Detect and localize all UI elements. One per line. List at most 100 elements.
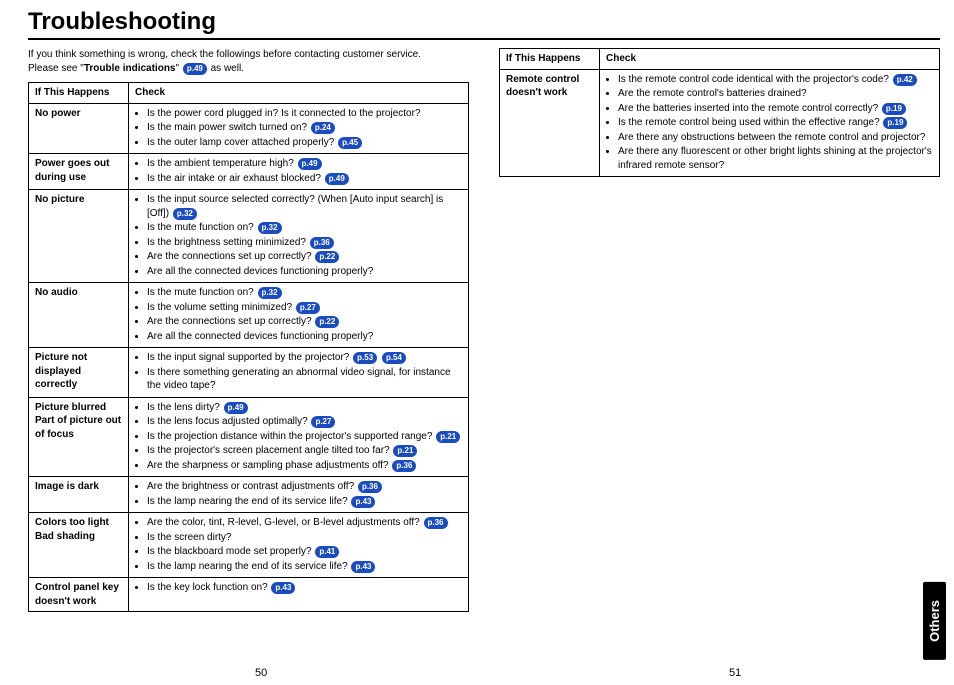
page-number-left: 50 xyxy=(255,667,267,679)
intro-prefix: Please see " xyxy=(28,63,84,74)
check-text: Are all the connected devices functionin… xyxy=(147,331,373,342)
check-list: Is the key lock function on? p.43 xyxy=(135,581,464,596)
check-item: Are there any fluorescent or other brigh… xyxy=(618,145,935,173)
check-cell: Is the power cord plugged in? Is it conn… xyxy=(129,103,469,154)
intro-suffix: as well. xyxy=(208,63,244,74)
check-item: Is the projection distance within the pr… xyxy=(147,430,464,445)
check-item: Is the volume setting minimized? p.27 xyxy=(147,301,464,316)
check-text: Are the color, tint, R-level, G-level, o… xyxy=(147,517,423,528)
check-item: Are the connections set up correctly? p.… xyxy=(147,250,464,265)
issue-label: No audio xyxy=(29,283,129,348)
table-row: No power Is the power cord plugged in? Is… xyxy=(29,103,469,154)
check-item: Are the batteries inserted into the remo… xyxy=(618,102,935,117)
page-ref-badge[interactable]: p.53 xyxy=(353,352,377,364)
table-row: Picture blurred Part of picture out of f… xyxy=(29,397,469,477)
page-ref-badge[interactable]: p.27 xyxy=(296,302,320,314)
check-text: Is the projection distance within the pr… xyxy=(147,431,435,442)
page-ref-badge[interactable]: p.36 xyxy=(424,517,448,529)
check-item: Is the input source selected correctly? … xyxy=(147,193,464,221)
check-item: Is the air intake or air exhaust blocked… xyxy=(147,172,464,187)
check-text: Is the mute function on? xyxy=(147,222,257,233)
check-list: Is the lens dirty? p.49 Is the lens focu… xyxy=(135,401,464,474)
check-cell: Is the ambient temperature high? p.49 Is… xyxy=(129,154,469,190)
check-text: Is the volume setting minimized? xyxy=(147,302,295,313)
issue-label: Control panel key doesn't work xyxy=(29,578,129,612)
page-ref-badge[interactable]: p.49 xyxy=(325,173,349,185)
troubleshooting-table-left: If This Happens Check No powerIs the pow… xyxy=(28,82,469,612)
check-item: Are there any obstructions between the r… xyxy=(618,131,935,146)
intro-text: If you think something is wrong, check t… xyxy=(28,48,469,76)
check-text: Is the lamp nearing the end of its servi… xyxy=(147,561,350,572)
check-text: Are the batteries inserted into the remo… xyxy=(618,103,881,114)
check-item: Is the brightness setting minimized? p.3… xyxy=(147,236,464,251)
issue-label: No power xyxy=(29,103,129,154)
check-text: Is the key lock function on? xyxy=(147,582,270,593)
table-row: No picture Is the input source selected c… xyxy=(29,190,469,283)
page-ref-badge[interactable]: p.19 xyxy=(882,103,906,115)
check-list: Are the brightness or contrast adjustmen… xyxy=(135,480,464,509)
check-text: Are the remote control's batteries drain… xyxy=(618,88,807,99)
page-ref-badge[interactable]: p.22 xyxy=(315,316,339,328)
page-ref-badge[interactable]: p.42 xyxy=(893,74,917,86)
table-row: Control panel key doesn't work Is the key… xyxy=(29,578,469,612)
check-text: Are there any obstructions between the r… xyxy=(618,132,925,143)
page-ref-badge[interactable]: p.24 xyxy=(311,122,335,134)
page-ref-badge[interactable]: p.27 xyxy=(311,416,335,428)
check-cell: Is the input signal supported by the pro… xyxy=(129,348,469,398)
check-item: Is there something generating an abnorma… xyxy=(147,366,464,394)
page-ref-badge[interactable]: p.32 xyxy=(173,208,197,220)
table-row: Image is darkAre the brightness or contr… xyxy=(29,477,469,513)
check-item: Is the projector's screen placement angl… xyxy=(147,444,464,459)
tbody-left: No power Is the power cord plugged in? Is… xyxy=(29,103,469,612)
check-text: Is the main power switch turned on? xyxy=(147,122,310,133)
page-ref-badge[interactable]: p.36 xyxy=(358,481,382,493)
check-item: Is the remote control being used within … xyxy=(618,116,935,131)
page-ref-badge[interactable]: p.32 xyxy=(258,222,282,234)
check-item: Is the key lock function on? p.43 xyxy=(147,581,464,596)
th-happens: If This Happens xyxy=(29,83,129,104)
th-check: Check xyxy=(600,49,940,70)
check-item: Is the lamp nearing the end of its servi… xyxy=(147,495,464,510)
check-text: Are there any fluorescent or other brigh… xyxy=(618,146,932,171)
page-ref-badge[interactable]: p.19 xyxy=(883,117,907,129)
page-ref-badge[interactable]: p.49 xyxy=(224,402,248,414)
issue-label: No picture xyxy=(29,190,129,283)
page-ref-badge[interactable]: p.49 xyxy=(183,63,207,75)
check-text: Is the remote control code identical wit… xyxy=(618,74,892,85)
check-text: Is the screen dirty? xyxy=(147,532,231,543)
page-ref-badge[interactable]: p.22 xyxy=(315,251,339,263)
page-ref-badge[interactable]: p.43 xyxy=(351,496,375,508)
page-ref-badge[interactable]: p.36 xyxy=(310,237,334,249)
check-list: Is the remote control code identical wit… xyxy=(606,73,935,174)
check-cell: Is the lens dirty? p.49 Is the lens focu… xyxy=(129,397,469,477)
check-list: Is the mute function on? p.32 Is the vol… xyxy=(135,286,464,344)
page-ref-badge[interactable]: p.41 xyxy=(315,546,339,558)
check-cell: Is the input source selected correctly? … xyxy=(129,190,469,283)
page-ref-badge[interactable]: p.43 xyxy=(271,582,295,594)
page-ref-badge[interactable]: p.36 xyxy=(392,460,416,472)
intro-mid: " xyxy=(176,63,182,74)
table-row: Colors too light Bad shadingAre the colo… xyxy=(29,513,469,578)
check-item: Is the main power switch turned on? p.24 xyxy=(147,121,464,136)
check-item: Is the input signal supported by the pro… xyxy=(147,351,464,366)
check-text: Is the lamp nearing the end of its servi… xyxy=(147,496,350,507)
page-ref-badge[interactable]: p.49 xyxy=(298,158,322,170)
page-ref-badge[interactable]: p.21 xyxy=(436,431,460,443)
check-list: Is the input source selected correctly? … xyxy=(135,193,464,279)
page-ref-badge[interactable]: p.43 xyxy=(351,561,375,573)
check-item: Is the mute function on? p.32 xyxy=(147,286,464,301)
page-ref-badge[interactable]: p.21 xyxy=(393,445,417,457)
check-item: Are the color, tint, R-level, G-level, o… xyxy=(147,516,464,531)
check-item: Is the ambient temperature high? p.49 xyxy=(147,157,464,172)
page-ref-badge[interactable]: p.45 xyxy=(338,137,362,149)
check-text: Is the mute function on? xyxy=(147,287,257,298)
check-text: Are the connections set up correctly? xyxy=(147,316,314,327)
check-text: Is the ambient temperature high? xyxy=(147,158,297,169)
page-ref-badge[interactable]: p.54 xyxy=(382,352,406,364)
page-number-right: 51 xyxy=(729,667,741,679)
check-item: Is the power cord plugged in? Is it conn… xyxy=(147,107,464,122)
page-ref-badge[interactable]: p.32 xyxy=(258,287,282,299)
check-item: Are the sharpness or sampling phase adju… xyxy=(147,459,464,474)
check-text: Is the outer lamp cover attached properl… xyxy=(147,137,337,148)
check-cell: Is the remote control code identical wit… xyxy=(600,69,940,177)
